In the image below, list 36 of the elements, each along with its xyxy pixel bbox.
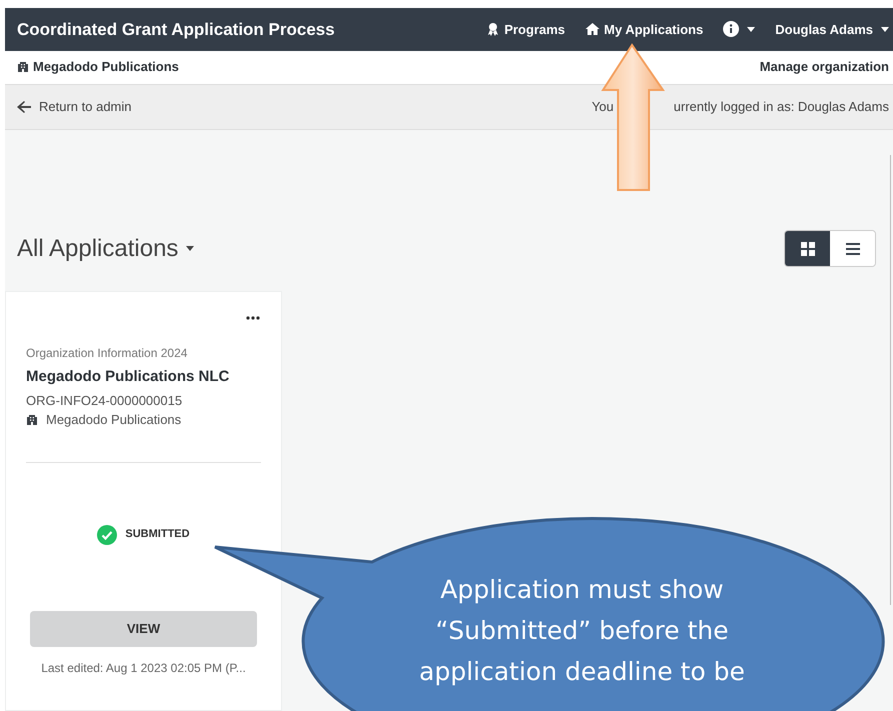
last-edited-text: Last edited: Aug 1 2023 02:05 PM (P... (40, 660, 247, 676)
grid-view-button[interactable] (785, 231, 830, 266)
status-label: SUBMITTED (125, 527, 190, 542)
callout-text: application deadline to be (419, 656, 745, 688)
building-icon (17, 61, 29, 74)
arrow-left-icon (17, 100, 31, 113)
organization-name: Megadodo Publications (33, 58, 179, 76)
logged-in-text: You (592, 98, 614, 116)
check-circle-icon (97, 524, 118, 544)
program-name: Organization Information 2024 (26, 345, 188, 362)
return-to-admin-link[interactable]: Return to admin (17, 97, 132, 117)
info-menu-button[interactable] (723, 21, 756, 38)
menu-icon (846, 242, 860, 254)
application-name: Megadodo Publications NLC (26, 367, 230, 387)
building-icon (26, 414, 38, 426)
list-view-button[interactable] (830, 231, 875, 266)
nav-link[interactable]: My Applications (585, 20, 704, 40)
user-menu-button[interactable]: Douglas Adams (775, 20, 889, 40)
callout-text: Application must show (440, 574, 724, 606)
organization-name: Megadodo Publications (46, 411, 182, 429)
nav-link[interactable]: Programs (486, 20, 566, 40)
application-id: ORG-INFO24-0000000015 (26, 392, 184, 410)
callout-text: “Submitted” before the (435, 615, 729, 647)
manage-organization-link[interactable]: Manage organization (760, 57, 889, 77)
info-icon (723, 21, 740, 38)
award-icon (486, 22, 500, 36)
applications-filter-dropdown[interactable]: All Applications (17, 230, 194, 266)
more-icon (246, 316, 260, 320)
caret-icon (747, 26, 756, 32)
caret-icon (186, 246, 194, 251)
app-title: Coordinated Grant Application Process (17, 18, 335, 41)
caret-icon (881, 26, 889, 32)
view-button[interactable]: VIEW (30, 610, 257, 646)
grid-icon (800, 242, 814, 256)
logged-in-text: urrently logged in as: Douglas Adams (674, 98, 889, 116)
home-icon (585, 22, 600, 36)
